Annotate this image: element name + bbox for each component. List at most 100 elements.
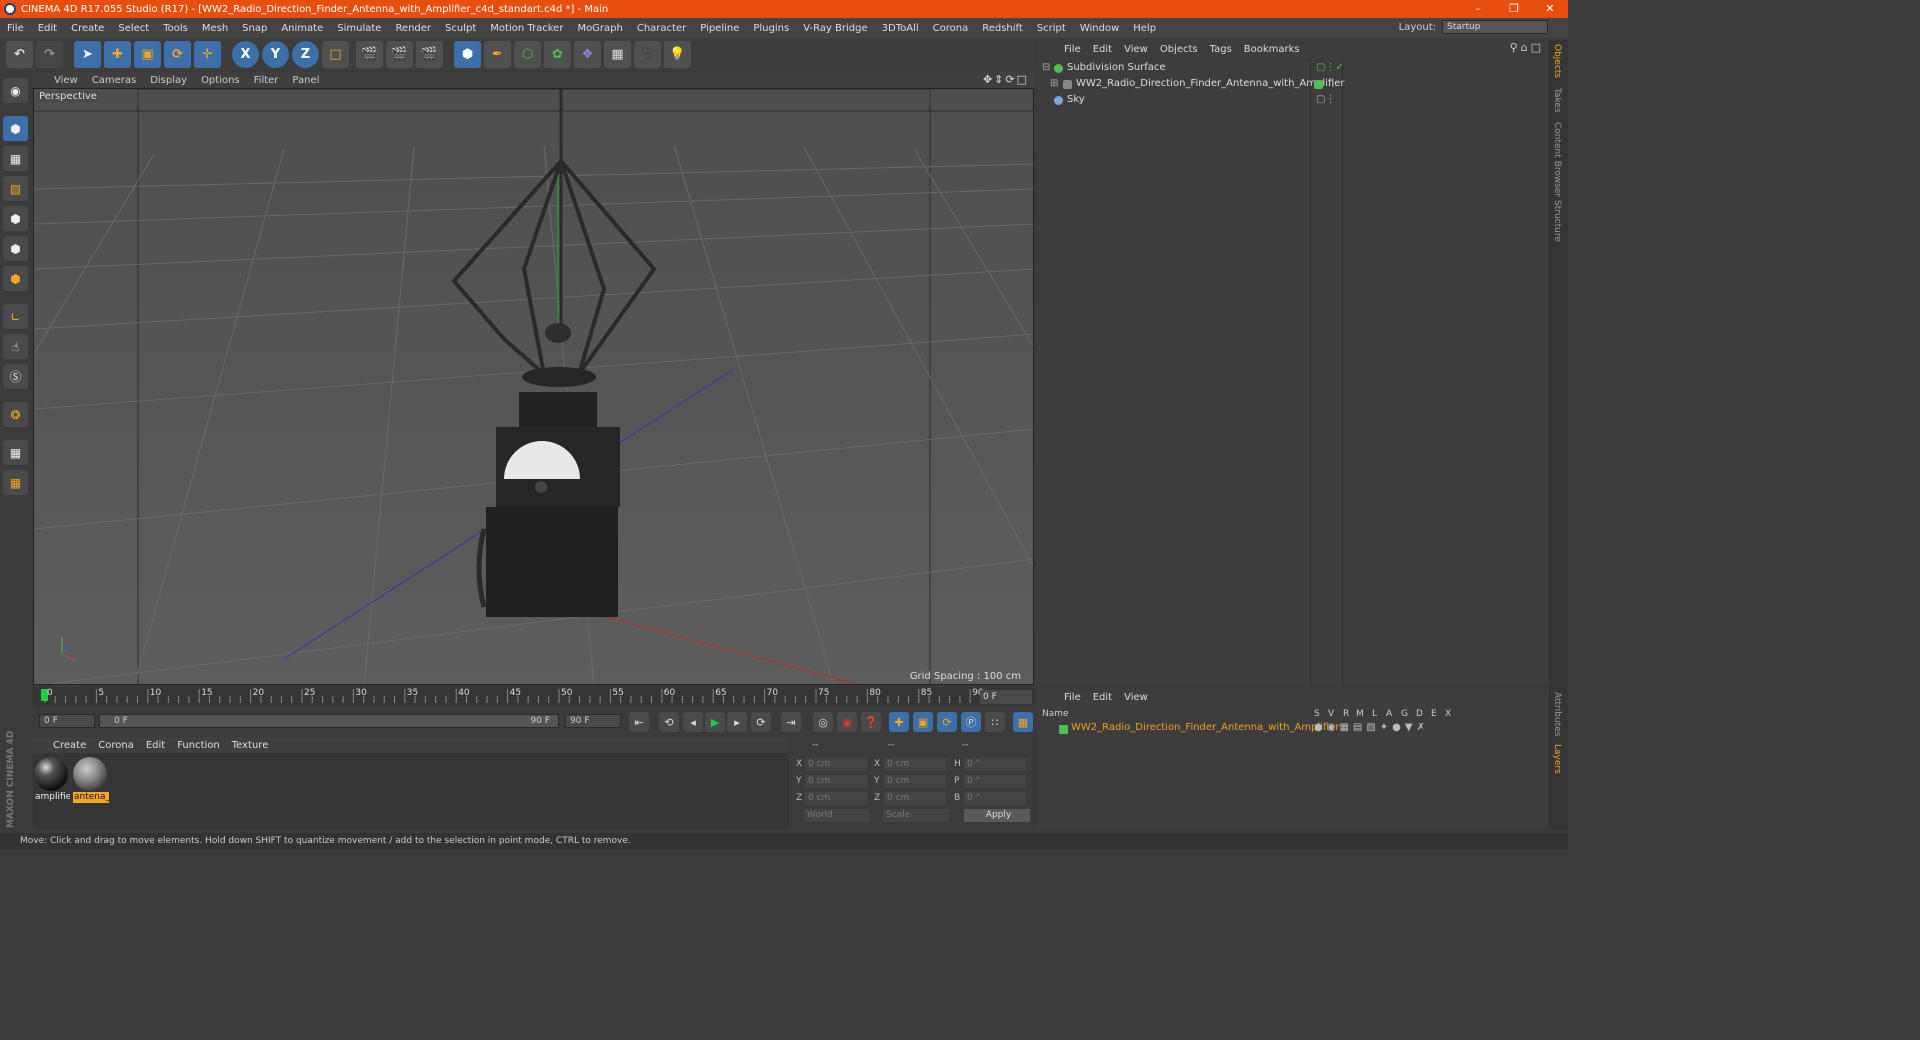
menu-simulate[interactable]: Simulate (330, 23, 388, 34)
size-z-field[interactable]: 0 cm (884, 792, 946, 805)
material-swatch[interactable]: antena_ (73, 757, 109, 803)
menu-3dtoall[interactable]: 3DToAll (875, 23, 926, 34)
layer-row[interactable]: WW2_Radio_Direction_Finder_Antenna_with_… (1038, 722, 1548, 736)
restore-button[interactable]: ❐ (1496, 0, 1532, 18)
play-icon[interactable]: ▶ (705, 712, 725, 732)
current-frame-field[interactable]: 0 F (980, 690, 1032, 704)
workplane-mode-icon[interactable]: ▧ (3, 176, 28, 201)
camera-icon[interactable]: 🎥 (634, 41, 661, 68)
menu-motion-tracker[interactable]: Motion Tracker (483, 23, 570, 34)
layer-color-icon[interactable] (1314, 80, 1323, 89)
expand-toggle-icon[interactable]: ⊞ (1050, 76, 1058, 92)
menu-file[interactable]: File (0, 23, 31, 34)
menu-script[interactable]: Script (1030, 23, 1073, 34)
tweak-mode-icon[interactable]: ☝ (3, 334, 28, 359)
locked-workplane-icon[interactable]: ▦ (3, 440, 28, 465)
redo-icon[interactable]: ↷ (36, 41, 63, 68)
key-parameter-icon[interactable]: Ⓟ (961, 712, 981, 732)
layer-col-view[interactable]: V (1328, 709, 1334, 719)
menu-sculpt[interactable]: Sculpt (438, 23, 483, 34)
material-menu-texture[interactable]: Texture (226, 740, 275, 751)
layer-col-name[interactable]: Name (1042, 709, 1069, 719)
viewport-nav-icons[interactable]: ✥⇕⟳□ (983, 73, 1029, 86)
end-frame-field[interactable]: 90 F (565, 714, 621, 728)
layer-col-deformers[interactable]: D (1416, 709, 1423, 719)
viewport-camera-label[interactable]: Perspective (37, 91, 99, 102)
points-mode-icon[interactable]: ⬢ (3, 206, 28, 231)
deformer-icon[interactable]: ❖ (574, 41, 601, 68)
model-mode-icon[interactable]: ⬢ (3, 116, 28, 141)
menu-window[interactable]: Window (1073, 23, 1126, 34)
side-tab-content-browser[interactable]: Content Browser (1552, 122, 1562, 197)
layer-flags-icons[interactable]: ●◉▦▤▨✦●▼✗ (1314, 722, 1429, 733)
x-axis-lock-icon[interactable]: X (232, 41, 259, 68)
polygons-mode-icon[interactable]: ⬢ (3, 266, 28, 291)
key-scale-icon[interactable]: ▣ (913, 712, 933, 732)
next-frame-icon[interactable]: ▸ (727, 712, 747, 732)
layer-menu-edit[interactable]: Edit (1087, 692, 1118, 703)
material-menu-corona[interactable]: Corona (92, 740, 140, 751)
planar-workplane-icon[interactable]: ▦ (3, 470, 28, 495)
array-cloner-icon[interactable]: ✿ (544, 41, 571, 68)
key-rotation-icon[interactable]: ⟳ (937, 712, 957, 732)
render-picture-viewer-icon[interactable]: 🎬 (386, 41, 413, 68)
menu-create[interactable]: Create (64, 23, 111, 34)
close-button[interactable]: ✕ (1532, 0, 1568, 18)
object-row[interactable]: ⊞ WW2_Radio_Direction_Finder_Antenna_wit… (1038, 76, 1548, 92)
layer-col-manager[interactable]: M (1356, 709, 1364, 719)
layer-col-solo[interactable]: S (1314, 709, 1320, 719)
preview-range-slider[interactable]: 0 F 90 F (99, 714, 559, 728)
viewport-menu-panel[interactable]: Panel (285, 75, 326, 86)
menu-pipeline[interactable]: Pipeline (693, 23, 746, 34)
pos-z-field[interactable]: 0 cm (805, 792, 867, 805)
menu-select[interactable]: Select (111, 23, 156, 34)
object-menu-bookmarks[interactable]: Bookmarks (1238, 44, 1306, 55)
object-row[interactable]: Sky ▢⋮ (1038, 92, 1548, 108)
material-menu-edit[interactable]: Edit (140, 740, 171, 751)
pen-spline-icon[interactable]: ✒ (484, 41, 511, 68)
pos-y-field[interactable]: 0 cm (805, 775, 867, 788)
timeline-window-icon[interactable]: ▦ (1013, 712, 1033, 732)
live-selection-icon[interactable]: ✛ (194, 41, 221, 68)
rot-p-field[interactable]: 0 ° (964, 775, 1026, 788)
object-visibility-icon[interactable]: ▢⋮✓ (1316, 60, 1344, 76)
menu-mesh[interactable]: Mesh (195, 23, 235, 34)
object-visibility-icon[interactable]: ▢⋮ (1316, 92, 1335, 108)
rot-h-field[interactable]: 0 ° (964, 758, 1026, 771)
side-tab-objects[interactable]: Objects (1552, 44, 1562, 78)
layer-col-locked[interactable]: L (1372, 709, 1377, 719)
expand-toggle-icon[interactable]: ⊟ (1042, 60, 1050, 76)
y-axis-lock-icon[interactable]: Y (262, 41, 289, 68)
viewport-menu-options[interactable]: Options (194, 75, 247, 86)
material-menu-create[interactable]: Create (47, 740, 92, 751)
autokey-icon[interactable]: ◉ (837, 712, 857, 732)
side-tab-attributes[interactable]: Attributes (1552, 692, 1562, 736)
size-x-field[interactable]: 0 cm (884, 758, 946, 771)
object-menu-objects[interactable]: Objects (1154, 44, 1204, 55)
menu-snap[interactable]: Snap (235, 23, 274, 34)
select-pointer-icon[interactable]: ➤ (74, 41, 101, 68)
z-axis-lock-icon[interactable]: Z (292, 41, 319, 68)
key-selection-icon[interactable]: ❓ (861, 712, 881, 732)
menu-help[interactable]: Help (1126, 23, 1163, 34)
key-point-level-icon[interactable]: ∷ (985, 712, 1005, 732)
go-to-start-icon[interactable]: ⇤ (629, 712, 649, 732)
start-frame-field[interactable]: 0 F (39, 714, 95, 728)
render-settings-icon[interactable]: 🎬 (416, 41, 443, 68)
size-y-field[interactable]: 0 cm (884, 775, 946, 788)
layer-col-render[interactable]: R (1343, 709, 1349, 719)
pos-x-field[interactable]: 0 cm (805, 758, 867, 771)
layer-menu-file[interactable]: File (1058, 692, 1087, 703)
object-menu-tags[interactable]: Tags (1204, 44, 1238, 55)
viewport-menu-display[interactable]: Display (143, 75, 194, 86)
menu-character[interactable]: Character (630, 23, 693, 34)
viewport-menu-cameras[interactable]: Cameras (85, 75, 143, 86)
scale-tool-icon[interactable]: ▣ (134, 41, 161, 68)
axis-mode-icon[interactable]: ∟ (3, 304, 28, 329)
edges-mode-icon[interactable]: ⬢ (3, 236, 28, 261)
minimize-button[interactable]: – (1460, 0, 1496, 18)
previous-key-icon[interactable]: ⟲ (659, 712, 679, 732)
undo-icon[interactable]: ↶ (6, 41, 33, 68)
next-key-icon[interactable]: ⟳ (751, 712, 771, 732)
move-tool-icon[interactable]: ✚ (104, 41, 131, 68)
